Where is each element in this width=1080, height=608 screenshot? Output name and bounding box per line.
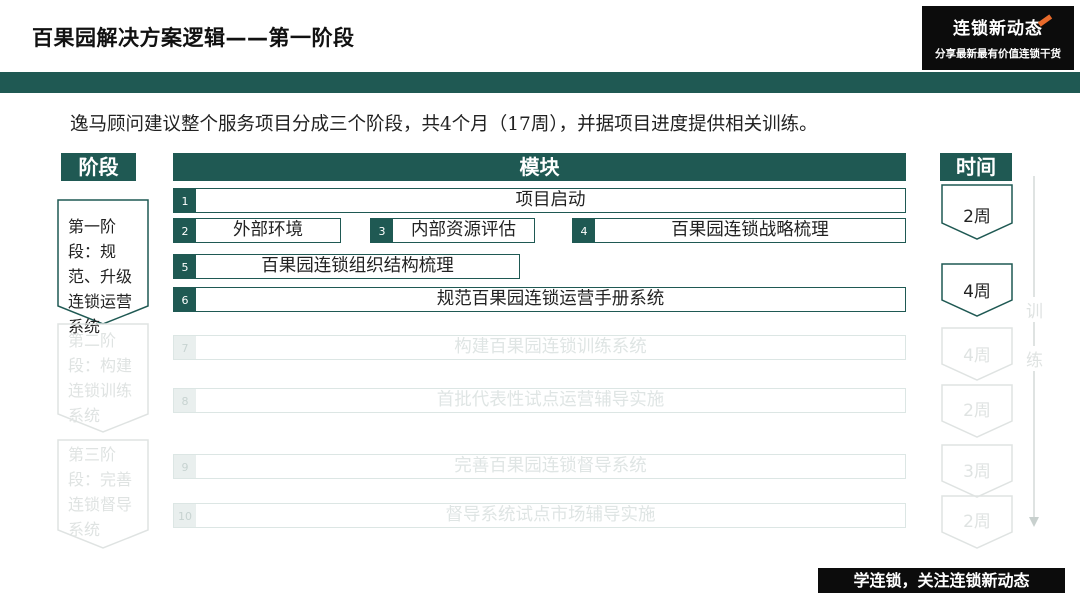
module-label: 完善百果园连锁督导系统 <box>454 456 647 476</box>
module-label: 百果园连锁组织结构梳理 <box>261 256 454 276</box>
phase-1-text: 第一阶段：规范、升级连锁运营系统 <box>68 217 133 336</box>
module-7: 7 构建百果园连锁训练系统 <box>173 335 906 360</box>
phase-2-text: 第二阶段：构建连锁训练系统 <box>68 331 133 425</box>
time-2-text: 4周 <box>963 282 991 302</box>
module-label: 首批代表性试点运营辅导实施 <box>436 390 665 410</box>
module-5: 5 百果园连锁组织结构梳理 <box>173 254 520 279</box>
module-4: 4 百果园连锁战略梳理 <box>572 218 906 243</box>
module-number: 5 <box>174 255 196 278</box>
module-number: 1 <box>174 189 196 212</box>
module-3: 3 内部资源评估 <box>370 218 535 243</box>
module-8: 8 首批代表性试点运营辅导实施 <box>173 388 906 413</box>
module-1: 1 项目启动 <box>173 188 906 213</box>
module-label: 构建百果园连锁训练系统 <box>454 337 647 357</box>
time-header: 时间 <box>940 153 1012 181</box>
module-number: 2 <box>174 219 196 242</box>
module-label: 项目启动 <box>515 190 586 210</box>
module-number: 6 <box>174 288 196 311</box>
header-band <box>0 72 1080 93</box>
brand-logo: 连锁新动态 分享最新最有价值连锁干货 <box>922 6 1074 70</box>
module-number: 7 <box>174 336 196 359</box>
phase-3-text: 第三阶段：完善连锁督导系统 <box>68 445 133 539</box>
module-9: 9 完善百果园连锁督导系统 <box>173 454 906 479</box>
module-number: 3 <box>371 219 393 242</box>
time-5-text: 3周 <box>963 462 991 482</box>
time-4-text: 2周 <box>963 401 991 421</box>
footer-banner: 学连锁，关注连锁新动态 <box>818 568 1065 593</box>
arrow-down-icon <box>1029 517 1039 527</box>
page-title: 百果园解决方案逻辑——第一阶段 <box>32 26 355 50</box>
time-6-text: 2周 <box>963 512 991 532</box>
training-char-1: 训 <box>1026 297 1043 322</box>
phase-header: 阶段 <box>61 153 136 181</box>
time-3-text: 4周 <box>963 346 991 366</box>
module-number: 9 <box>174 455 196 478</box>
time-1-text: 2周 <box>963 207 991 227</box>
module-label: 外部环境 <box>233 220 303 240</box>
module-label: 百果园连锁战略梳理 <box>671 220 829 240</box>
module-number: 4 <box>573 219 595 242</box>
module-label: 内部资源评估 <box>411 220 516 240</box>
module-2: 2 外部环境 <box>173 218 341 243</box>
logo-line2: 分享最新最有价值连锁干货 <box>935 48 1061 60</box>
module-number: 10 <box>174 504 196 527</box>
module-10: 10 督导系统试点市场辅导实施 <box>173 503 906 528</box>
module-label: 规范百果园连锁运营手册系统 <box>436 289 665 309</box>
module-6: 6 规范百果园连锁运营手册系统 <box>173 287 906 312</box>
module-number: 8 <box>174 389 196 412</box>
module-label: 督导系统试点市场辅导实施 <box>445 505 656 525</box>
intro-text: 逸马顾问建议整个服务项目分成三个阶段，共4个月（17周），并据项目进度提供相关训… <box>70 114 818 135</box>
training-char-2: 练 <box>1026 346 1043 371</box>
module-header: 模块 <box>173 153 906 181</box>
